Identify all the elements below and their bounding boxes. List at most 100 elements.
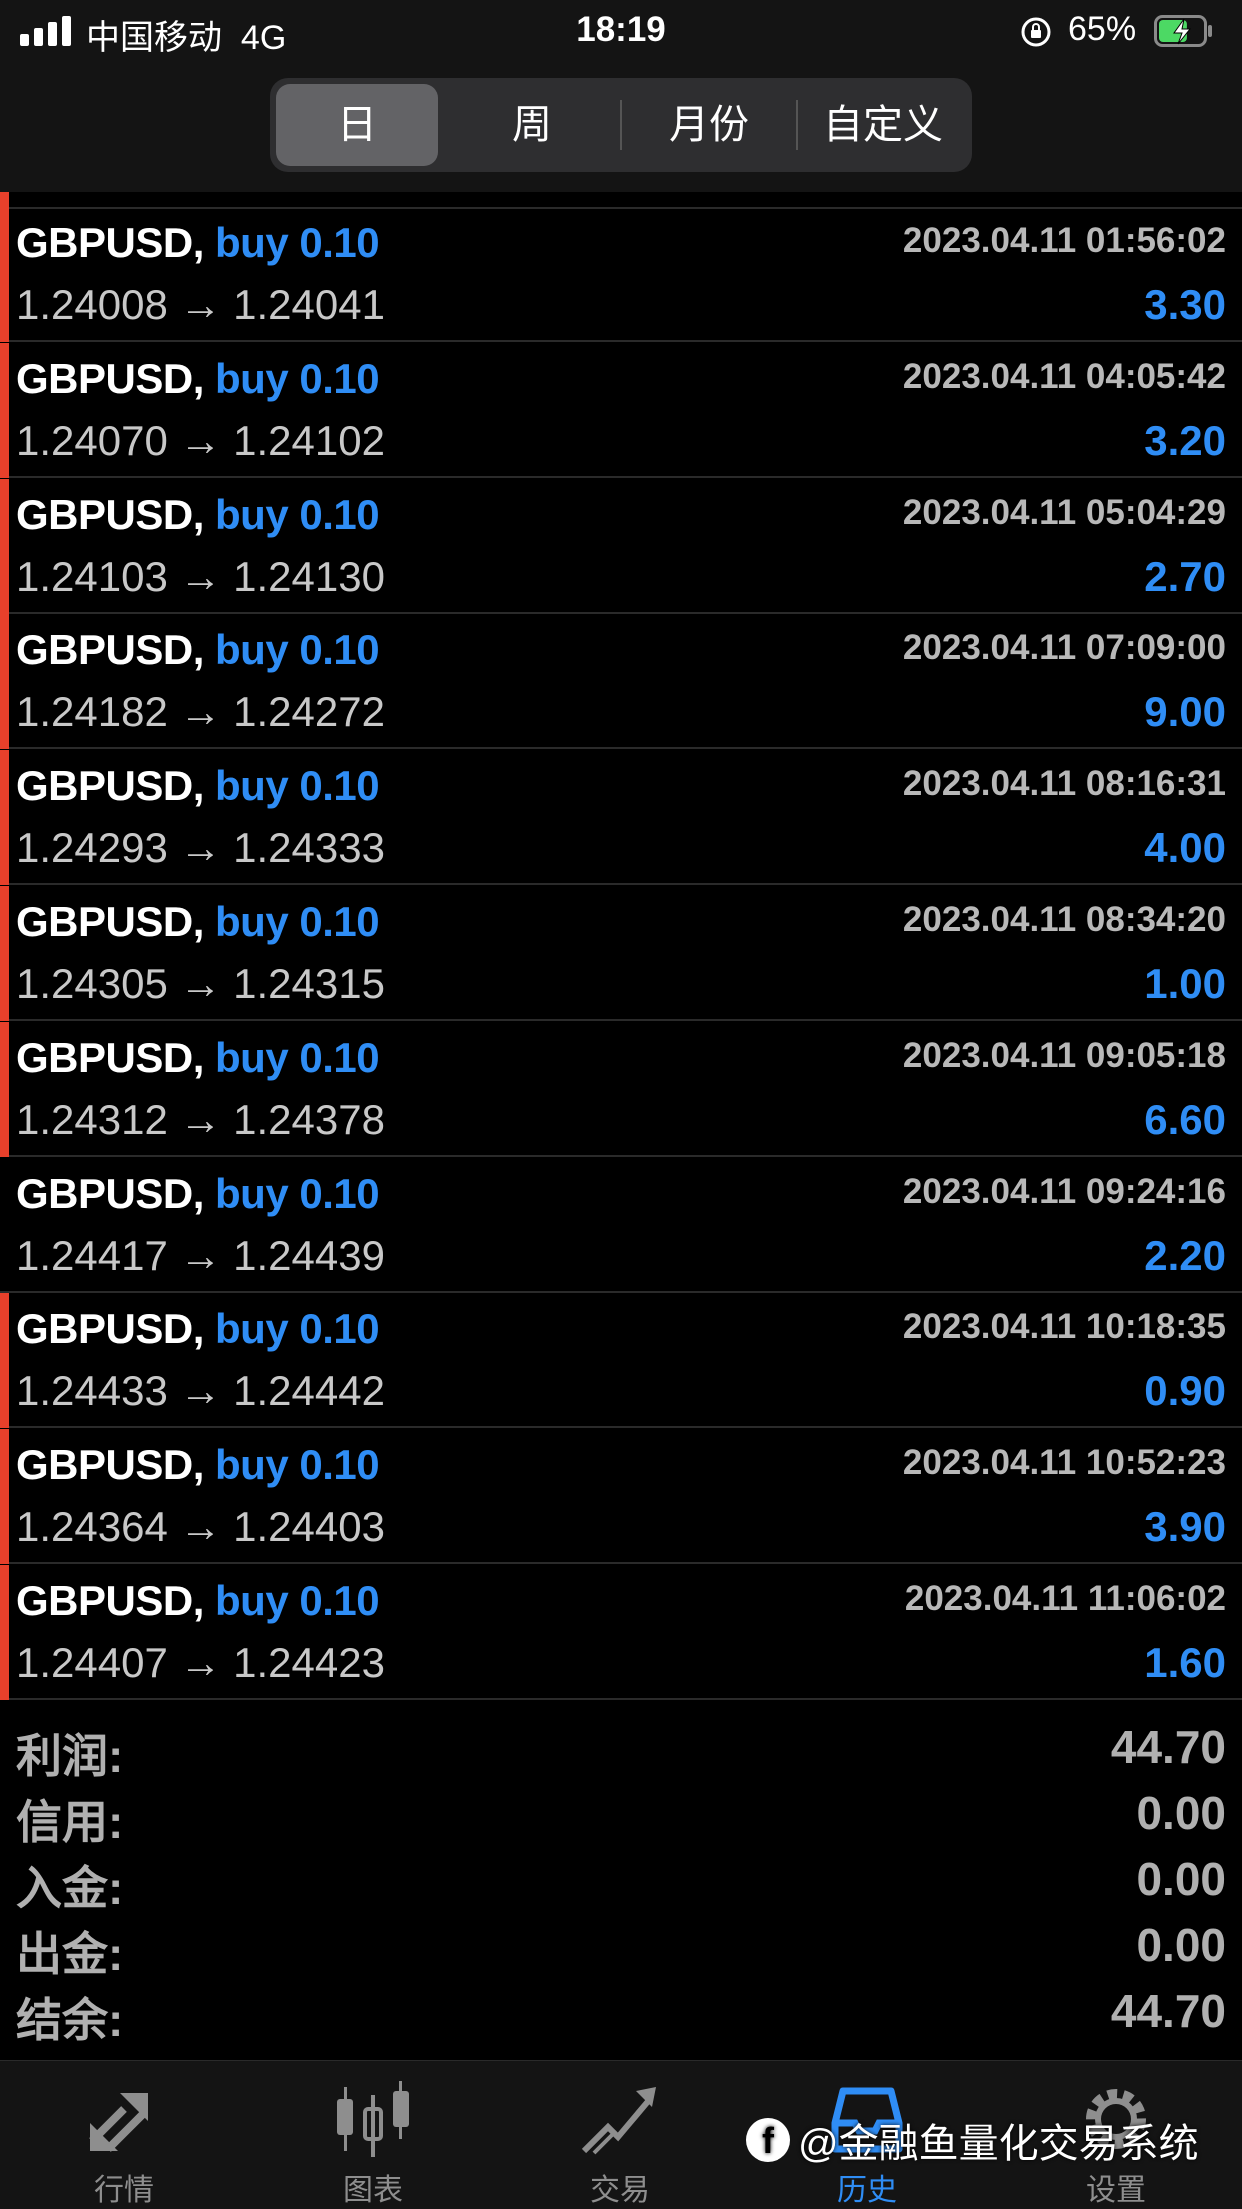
quotes-arrows-icon [89,2093,148,2152]
table-row[interactable]: GBPUSD, buy 0.10 2023.04.11 10:52:23 1.243… [0,1429,1242,1565]
trade-trend-icon [581,2087,656,2155]
trade-profit: 4.00 [1144,824,1226,872]
symbol-text: GBPUSD, [16,1441,204,1489]
table-row[interactable]: GBPUSD, buy 0.10 2023.04.11 08:16:31 1.242… [0,750,1242,886]
symbol-text: GBPUSD, [16,219,204,266]
period-segmented-control: 日 周 月份 自定义 [270,78,972,172]
trade-action: buy 0.10 [215,626,380,674]
summary-label: 利润: [16,1730,124,1782]
trade-action: buy 0.10 [215,898,380,945]
account-summary: 利润: 44.70 信用: 0.00 入金: 0.00 出金: 0.00 结余:… [0,1702,1242,2062]
tab-week[interactable]: 周 [448,84,616,166]
candlestick-chart-icon [337,2081,409,2157]
summary-label: 入金: [16,1862,124,1914]
trade-profit: 9.00 [1144,688,1226,736]
summary-withdrawal: 出金: 0.00 [0,1918,1242,1984]
row-marker [0,192,9,207]
table-row[interactable]: GBPUSD, buy 0.10 2023.04.11 04:05:42 1.240… [0,342,1242,478]
summary-value: 0.00 [1136,1919,1226,1971]
table-row[interactable]: GBPUSD, buy 0.10 2023.04.11 08:34:20 1.243… [0,886,1242,1021]
row-marker [0,1021,9,1157]
trade-time: 2023.04.11 04:05:42 [902,356,1226,396]
tab-day[interactable]: 日 [276,84,438,166]
segment-divider [620,100,622,150]
summary-deposit: 入金: 0.00 [0,1852,1242,1918]
table-row[interactable]: GBPUSD, buy 0.10 2023.04.11 09:05:18 1.243… [0,1021,1242,1157]
tab-custom[interactable]: 自定义 [800,84,966,166]
summary-balance: 结余: 44.70 [0,1984,1242,2050]
trade-prices: 1.24182 → 1.24272 [16,688,385,736]
battery-percent: 65% [1068,10,1137,48]
trade-prices: 1.24407 → 1.24423 [16,1639,385,1686]
summary-label: 信用: [16,1796,124,1848]
table-row[interactable]: GBPUSD, buy 0.10 2023.04.11 11:06:02 1.244… [0,1565,1242,1700]
trade-profit: 3.20 [1144,416,1226,464]
trade-action: buy 0.10 [215,1169,380,1217]
symbol-text: GBPUSD, [16,898,204,945]
row-marker [0,478,9,614]
trade-time: 2023.04.11 09:05:18 [902,1035,1226,1075]
row-marker [0,1565,9,1700]
trade-profit: 1.60 [1144,1639,1226,1686]
trade-symbol: GBPUSD, buy 0.10 [16,1033,380,1082]
trade-time: 2023.04.11 10:52:23 [902,1443,1226,1483]
tab-quotes[interactable]: 行情 [24,2061,224,2209]
trade-time: 2023.04.11 05:04:29 [902,492,1226,532]
trade-prices: 1.24070 → 1.24102 [16,416,385,464]
tab-label: 设置 [1086,2174,1146,2207]
summary-credit: 信用: 0.00 [0,1786,1242,1852]
table-row[interactable]: GBPUSD, buy 0.10 2023.04.11 10:18:35 1.244… [0,1293,1242,1429]
tab-label: 历史 [837,2174,897,2207]
symbol-text: GBPUSD, [16,490,204,538]
trade-time: 2023.04.11 08:16:31 [902,764,1226,804]
trade-prices: 1.24364 → 1.24403 [16,1503,385,1551]
summary-label: 出金: [16,1928,124,1980]
trade-symbol: GBPUSD, buy 0.10 [16,1169,380,1218]
table-row[interactable]: GBPUSD, buy 0.10 2023.04.11 09:24:16 1.244… [0,1158,1242,1293]
symbol-text: GBPUSD, [16,626,204,674]
clock: 18:19 [576,10,666,49]
summary-value: 44.70 [1110,1985,1226,2037]
summary-profit: 利润: 44.70 [0,1720,1242,1786]
trade-symbol: GBPUSD, buy 0.10 [16,1305,380,1353]
status-bar: 中国移动 4G 18:19 65% [0,0,1242,62]
trade-symbol: GBPUSD, buy 0.10 [16,219,380,267]
trade-action: buy 0.10 [215,1441,380,1489]
row-marker [0,1293,9,1429]
trade-time: 2023.04.11 11:06:02 [904,1579,1226,1618]
trade-action: buy 0.10 [215,219,380,266]
watermark: f @金融鱼量化交易系统 [746,2110,1199,2170]
row-marker [0,207,9,342]
trade-time: 2023.04.11 10:18:35 [902,1307,1226,1347]
trade-symbol: GBPUSD, buy 0.10 [16,1577,380,1625]
symbol-text: GBPUSD, [16,354,204,402]
facebook-logo-icon: f [746,2118,790,2162]
trade-prices: 1.24293 → 1.24333 [16,824,385,872]
trade-history-list[interactable]: GBPUSD, buy 0.10 2023.04.11 01:56:02 1.240… [0,192,1242,1700]
table-row[interactable]: GBPUSD, buy 0.10 2023.04.11 01:56:02 1.240… [0,207,1242,342]
tab-label: 行情 [94,2174,154,2207]
trade-prices: 1.24417 → 1.24439 [16,1231,385,1279]
trade-action: buy 0.10 [215,1577,380,1624]
row-marker [0,614,9,750]
trade-prices: 1.24312 → 1.24378 [16,1095,385,1143]
tab-label: 图表 [343,2174,403,2207]
tab-charts[interactable]: 图表 [273,2061,473,2209]
symbol-text: GBPUSD, [16,762,204,810]
trade-symbol: GBPUSD, buy 0.10 [16,762,380,810]
trade-time: 2023.04.11 07:09:00 [902,628,1226,668]
symbol-text: GBPUSD, [16,1577,204,1624]
segment-divider [796,100,798,150]
summary-label: 结余: [16,1994,124,2046]
table-row[interactable]: GBPUSD, buy 0.10 2023.04.11 05:04:29 1.241… [0,478,1242,614]
row-marker [0,342,9,478]
tab-trade[interactable]: 交易 [520,2061,720,2209]
row-marker [0,750,9,886]
table-row[interactable]: GBPUSD, buy 0.10 2023.04.11 07:09:00 1.241… [0,614,1242,750]
tab-month[interactable]: 月份 [624,84,794,166]
trade-action: buy 0.10 [215,1305,380,1353]
symbol-text: GBPUSD, [16,1033,204,1081]
tab-label: 交易 [590,2174,650,2207]
trade-profit: 3.30 [1144,281,1226,328]
header: 日 周 月份 自定义 [0,62,1242,192]
